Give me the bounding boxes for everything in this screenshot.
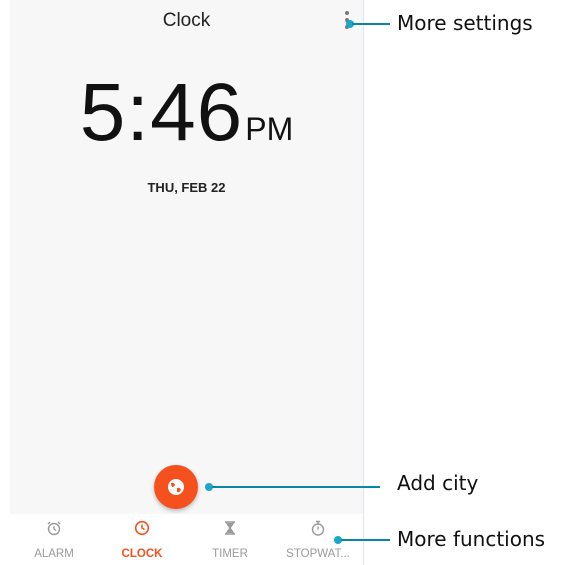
hourglass-icon xyxy=(225,521,235,535)
callout-line-add-city xyxy=(212,486,380,488)
annotation-more-functions: More functions xyxy=(397,527,546,551)
annotation-add-city: Add city xyxy=(397,471,479,495)
tab-clock-label: CLOCK xyxy=(121,548,163,560)
current-time: 5:46PM xyxy=(10,66,363,160)
time-ampm: PM xyxy=(245,111,294,147)
phone-screen: Clock 5:46PM THU, FEB 22 ALARM CLOCK TIM… xyxy=(10,0,364,565)
stopwatch-icon xyxy=(311,520,325,536)
clock-icon xyxy=(134,520,150,536)
add-city-button[interactable] xyxy=(154,465,198,509)
callout-line-more-settings xyxy=(352,23,390,25)
tab-alarm-label: ALARM xyxy=(34,548,74,560)
current-date: THU, FEB 22 xyxy=(147,180,226,195)
time-value: 5:46 xyxy=(79,67,244,158)
globe-icon xyxy=(168,479,184,495)
tab-timer-label: TIMER xyxy=(212,548,248,560)
app-title: Clock xyxy=(162,10,211,31)
tab-stopwatch-label: STOPWAT... xyxy=(286,548,350,560)
tab-alarm[interactable]: ALARM xyxy=(10,514,98,565)
alarm-icon xyxy=(47,521,61,536)
tab-timer[interactable]: TIMER xyxy=(186,514,274,565)
tab-clock[interactable]: CLOCK xyxy=(98,514,186,565)
callout-line-more-functions xyxy=(341,539,390,541)
annotation-more-settings: More settings xyxy=(397,11,533,35)
bottom-tab-bar: ALARM CLOCK TIMER STOPWAT... xyxy=(10,514,363,565)
